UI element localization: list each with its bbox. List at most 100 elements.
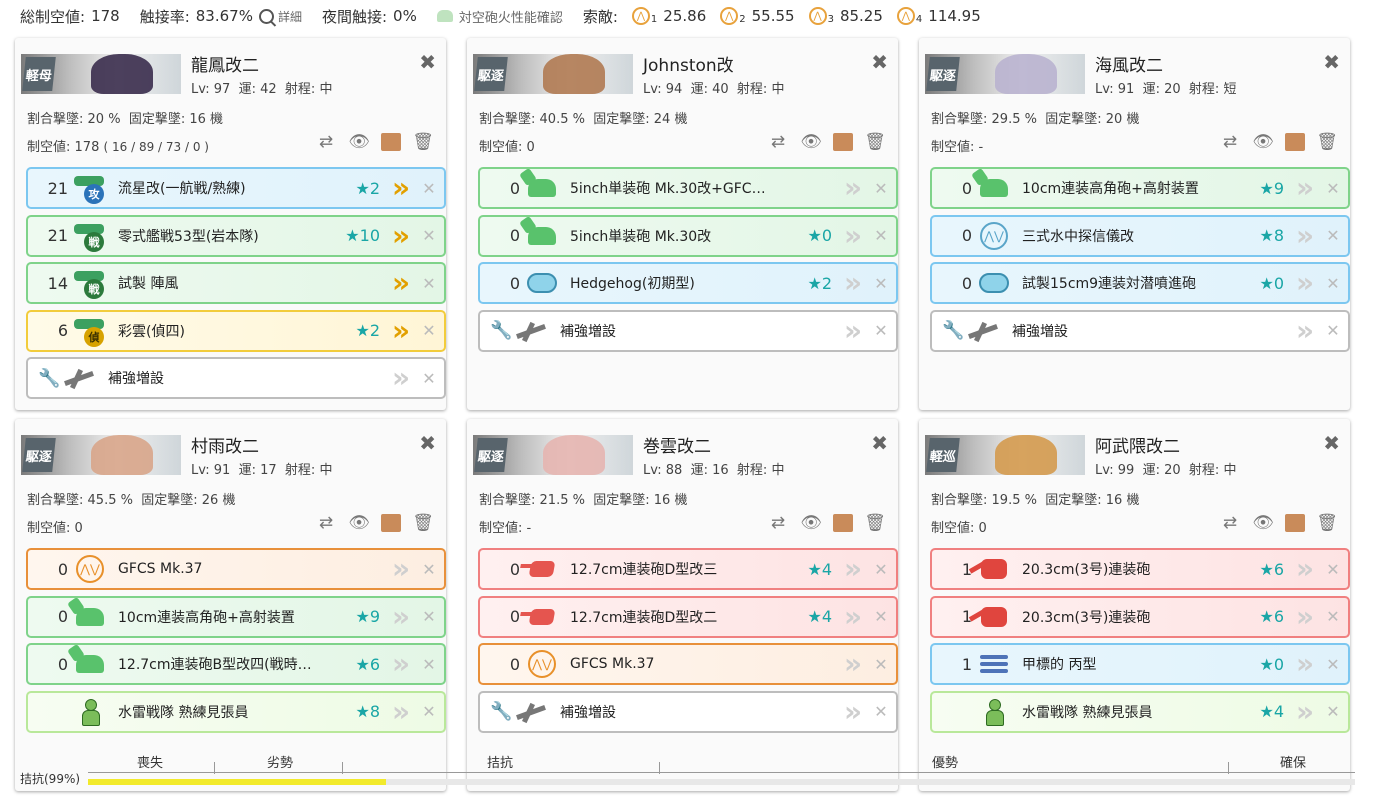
plane-count[interactable]: 0	[932, 274, 972, 293]
equipment-name[interactable]: 10cm連装高角砲+高射装置	[1022, 178, 1224, 198]
remove-equipment-icon[interactable]: ✕	[414, 607, 444, 626]
equipment-name[interactable]: GFCS Mk.37	[570, 656, 772, 672]
remove-ship-button[interactable]: ✖	[419, 431, 436, 455]
equipment-name[interactable]: 5inch単装砲 Mk.30改	[570, 226, 772, 246]
equipment-name[interactable]: 水雷戦隊 熟練見張員	[1022, 702, 1224, 722]
plane-count[interactable]: 0	[932, 179, 972, 198]
plane-count[interactable]: 1	[932, 560, 972, 579]
remove-ship-button[interactable]: ✖	[1323, 431, 1340, 455]
equipment-name[interactable]: 12.7cm連装砲D型改三	[570, 559, 772, 579]
proficiency-chevron-icon[interactable]: »	[840, 601, 866, 632]
remove-ship-button[interactable]: ✖	[419, 50, 436, 74]
remove-equipment-icon[interactable]: ✕	[866, 702, 896, 721]
trash-icon[interactable]: 🗑	[1316, 132, 1338, 152]
remove-equipment-icon[interactable]: ✕	[414, 179, 444, 198]
equipment-name[interactable]: 補強増設	[108, 368, 320, 388]
proficiency-chevron-icon[interactable]: »	[840, 220, 866, 251]
remove-equipment-icon[interactable]: ✕	[414, 369, 444, 388]
remove-equipment-icon[interactable]: ✕	[866, 607, 896, 626]
equipment-name[interactable]: 甲標的 丙型	[1022, 654, 1224, 674]
proficiency-chevron-icon[interactable]: »	[1292, 173, 1318, 203]
eye-icon[interactable]: 👁	[800, 513, 822, 533]
equipment-name[interactable]: 流星改(一航戦/熟練)	[118, 178, 320, 198]
eye-icon[interactable]: 👁	[348, 132, 370, 152]
equipment-slot[interactable]: 水雷戦隊 熟練見張員 ★8 » ✕	[26, 690, 446, 733]
plane-count[interactable]: 0	[480, 607, 520, 626]
storage-box-icon[interactable]	[381, 514, 401, 532]
plane-count[interactable]: 0	[28, 655, 68, 674]
remove-equipment-icon[interactable]: ✕	[866, 226, 896, 245]
equipment-slot[interactable]: 14 戦試製 陣風 » ✕	[26, 262, 446, 304]
equipment-name[interactable]: 水雷戦隊 熟練見張員	[118, 702, 320, 722]
proficiency-chevron-icon[interactable]: »	[1292, 315, 1318, 346]
equipment-slot[interactable]: 水雷戦隊 熟練見張員 ★4 » ✕	[930, 690, 1350, 733]
equipment-slot[interactable]: 1 20.3cm(3号)連装砲 ★6 » ✕	[930, 595, 1350, 638]
ship-name[interactable]: 村雨改二	[191, 432, 259, 457]
equipment-name[interactable]: 12.7cm連装砲B型改四(戦時改修)+...	[118, 654, 320, 674]
remove-ship-button[interactable]: ✖	[1323, 50, 1340, 74]
plane-count[interactable]: 0	[480, 226, 520, 245]
equipment-slot[interactable]: 0 5inch単装砲 Mk.30改 ★0 » ✕	[478, 214, 898, 257]
swap-icon[interactable]: ⇄	[315, 132, 337, 152]
equipment-slot[interactable]: 0 5inch単装砲 Mk.30改+GFCS Mk.37 »✕	[478, 167, 898, 209]
proficiency-chevron-icon[interactable]: »	[840, 696, 866, 727]
equipment-slot[interactable]: 21 戦零式艦戦53型(岩本隊) ★10 » ✕	[26, 214, 446, 257]
equipment-slot[interactable]: 21 攻流星改(一航戦/熟練) ★2 » ✕	[26, 167, 446, 209]
plane-count[interactable]: 21	[28, 179, 68, 198]
proficiency-chevron-icon[interactable]: »	[1292, 601, 1318, 632]
proficiency-chevron-icon[interactable]: »	[388, 554, 414, 584]
swap-icon[interactable]: ⇄	[1219, 513, 1241, 533]
storage-box-icon[interactable]	[833, 514, 853, 532]
equipment-name[interactable]: 12.7cm連装砲D型改二	[570, 607, 772, 627]
remove-equipment-icon[interactable]: ✕	[1318, 179, 1348, 198]
storage-box-icon[interactable]	[1285, 133, 1305, 151]
proficiency-chevron-icon[interactable]: »	[1292, 268, 1318, 298]
proficiency-chevron-icon[interactable]: »	[1292, 649, 1318, 679]
swap-icon[interactable]: ⇄	[315, 513, 337, 533]
plane-count[interactable]: 14	[28, 274, 68, 293]
trash-icon[interactable]: 🗑	[412, 513, 434, 533]
swap-icon[interactable]: ⇄	[767, 132, 789, 152]
equipment-slot[interactable]: 0 12.7cm連装砲D型改三 ★4 » ✕	[478, 548, 898, 590]
equipment-slot[interactable]: 1 甲標的 丙型 ★0 » ✕	[930, 643, 1350, 685]
eye-icon[interactable]: 👁	[1252, 513, 1274, 533]
equipment-name[interactable]: 補強増設	[560, 702, 772, 722]
plane-count[interactable]: 1	[932, 655, 972, 674]
reinforce-slot[interactable]: 🔧 補強増設 » ✕	[26, 357, 446, 399]
equipment-slot[interactable]: 0 ⋀⋁ 三式水中探信儀改 ★8 » ✕	[930, 214, 1350, 257]
proficiency-chevron-icon[interactable]: »	[840, 649, 866, 679]
equipment-slot[interactable]: 0 ⋀⋁ GFCS Mk.37 » ✕	[26, 548, 446, 590]
equipment-slot[interactable]: 6 偵彩雲(偵四) ★2 » ✕	[26, 309, 446, 352]
remove-equipment-icon[interactable]: ✕	[1318, 560, 1348, 579]
remove-equipment-icon[interactable]: ✕	[1318, 226, 1348, 245]
plane-count[interactable]: 0	[28, 560, 68, 579]
equipment-slot[interactable]: 0 10cm連装高角砲+高射装置 ★9 » ✕	[930, 167, 1350, 209]
ship-name[interactable]: Johnston改	[643, 51, 734, 76]
equipment-name[interactable]: 試製15cm9連装対潜噴進砲	[1022, 273, 1224, 293]
equipment-name[interactable]: 補強増設	[560, 321, 772, 341]
remove-equipment-icon[interactable]: ✕	[414, 226, 444, 245]
remove-equipment-icon[interactable]: ✕	[414, 702, 444, 721]
remove-equipment-icon[interactable]: ✕	[866, 179, 896, 198]
equipment-name[interactable]: 20.3cm(3号)連装砲	[1022, 559, 1224, 579]
proficiency-chevron-icon[interactable]: »	[388, 363, 414, 393]
ship-name[interactable]: 海風改二	[1095, 51, 1163, 76]
trash-icon[interactable]: 🗑	[1316, 513, 1338, 533]
equipment-name[interactable]: 補強増設	[1012, 321, 1224, 341]
proficiency-chevron-icon[interactable]: »	[388, 649, 414, 679]
swap-icon[interactable]: ⇄	[767, 513, 789, 533]
plane-count[interactable]: 21	[28, 226, 68, 245]
remove-equipment-icon[interactable]: ✕	[866, 321, 896, 340]
swap-icon[interactable]: ⇄	[1219, 132, 1241, 152]
equipment-slot[interactable]: 0 Hedgehog(初期型) ★2 » ✕	[478, 262, 898, 304]
aa-check-button[interactable]: 対空砲火性能確認	[436, 7, 563, 26]
proficiency-chevron-icon[interactable]: »	[840, 315, 866, 346]
eye-icon[interactable]: 👁	[1252, 132, 1274, 152]
remove-ship-button[interactable]: ✖	[871, 50, 888, 74]
storage-box-icon[interactable]	[381, 133, 401, 151]
search-icon[interactable]	[258, 8, 274, 24]
remove-equipment-icon[interactable]: ✕	[1318, 274, 1348, 293]
proficiency-chevron-icon[interactable]: »	[1292, 220, 1318, 251]
storage-box-icon[interactable]	[1285, 514, 1305, 532]
remove-equipment-icon[interactable]: ✕	[866, 655, 896, 674]
